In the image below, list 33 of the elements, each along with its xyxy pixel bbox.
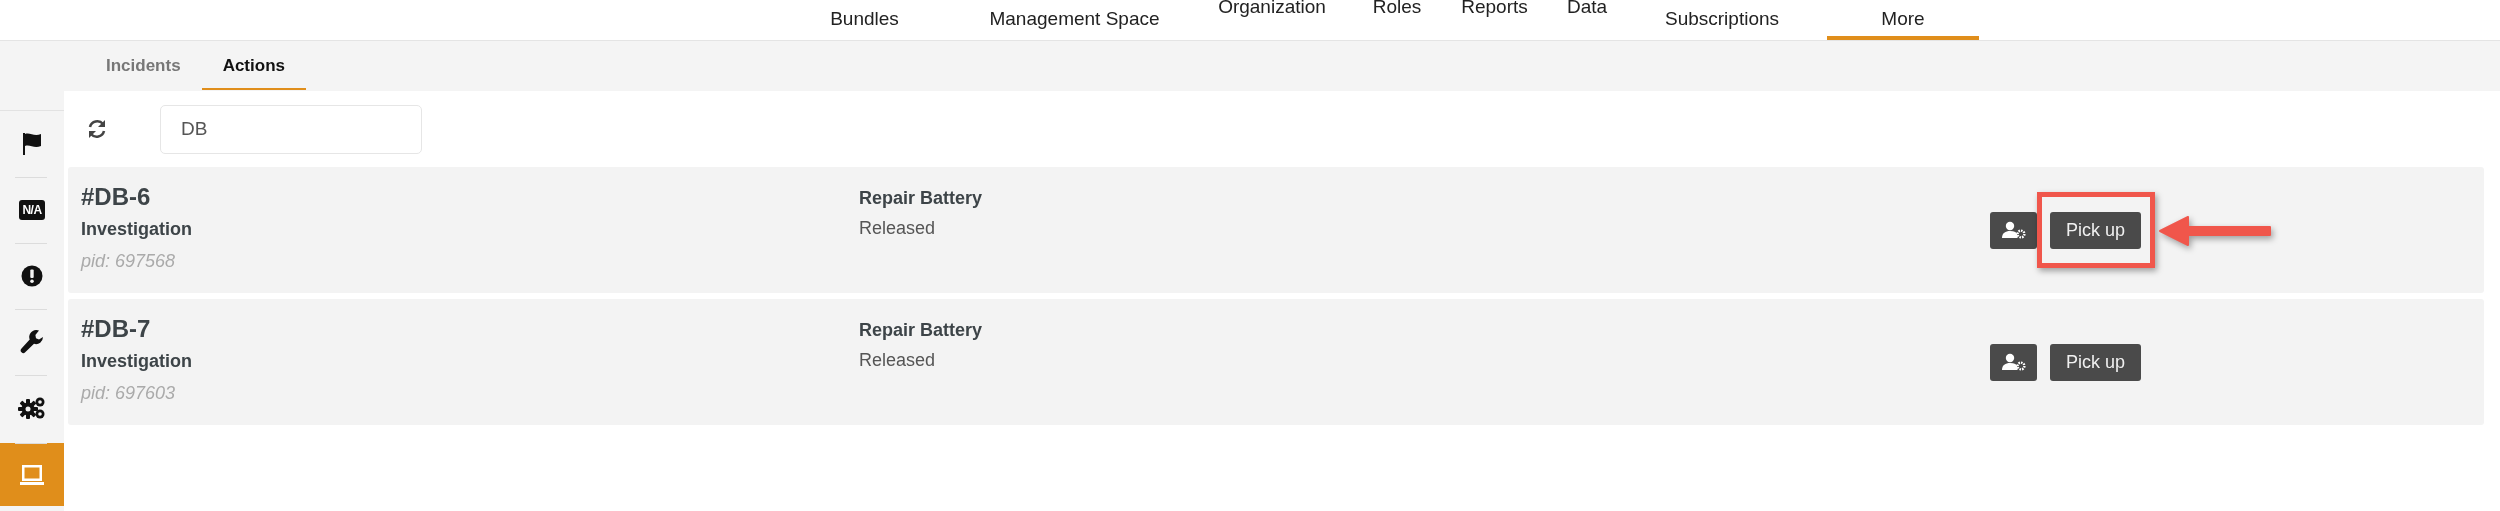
pick-up-button[interactable]: Pick up bbox=[2050, 211, 2141, 249]
user-gear-icon bbox=[2001, 221, 2026, 239]
flag-icon bbox=[21, 132, 43, 156]
process-id: pid: 697603 bbox=[81, 382, 177, 405]
action-name: Repair Battery bbox=[859, 187, 984, 209]
wrench-icon bbox=[20, 329, 44, 355]
nav-link[interactable]: Roles bbox=[1352, 0, 1442, 40]
assign-button[interactable] bbox=[1990, 343, 2037, 381]
nav-link[interactable]: Organization bbox=[1192, 0, 1352, 40]
action-type: Investigation bbox=[81, 218, 193, 241]
laptop-icon bbox=[19, 463, 45, 486]
tab[interactable]: Incidents bbox=[85, 41, 202, 91]
gears-icon bbox=[18, 396, 46, 420]
search-field[interactable]: DB bbox=[160, 104, 422, 154]
assign-button[interactable] bbox=[1990, 211, 2037, 249]
refresh-icon[interactable] bbox=[86, 118, 108, 140]
user-gear-icon bbox=[2001, 353, 2026, 371]
action-name: Repair Battery bbox=[859, 319, 984, 341]
action-id: #DB-6 bbox=[81, 182, 152, 212]
process-id: pid: 697568 bbox=[81, 250, 177, 273]
sidebar-item[interactable]: N/A bbox=[0, 177, 64, 243]
pick-up-button[interactable]: Pick up bbox=[2050, 343, 2141, 381]
nav-link[interactable]: Management Space bbox=[957, 0, 1192, 40]
nav-link[interactable]: Data bbox=[1547, 0, 1627, 40]
not-applicable-icon: N/A bbox=[19, 200, 45, 220]
nav-link[interactable]: Bundles bbox=[782, 0, 947, 40]
exclamation-icon bbox=[21, 265, 43, 287]
nav-link[interactable]: Reports bbox=[1442, 0, 1547, 40]
action-type: Investigation bbox=[81, 350, 193, 373]
action-id: #DB-7 bbox=[81, 314, 152, 344]
action-status: Released bbox=[859, 217, 937, 240]
nav-link[interactable]: Subscriptions bbox=[1627, 0, 1817, 40]
action-status: Released bbox=[859, 349, 937, 372]
